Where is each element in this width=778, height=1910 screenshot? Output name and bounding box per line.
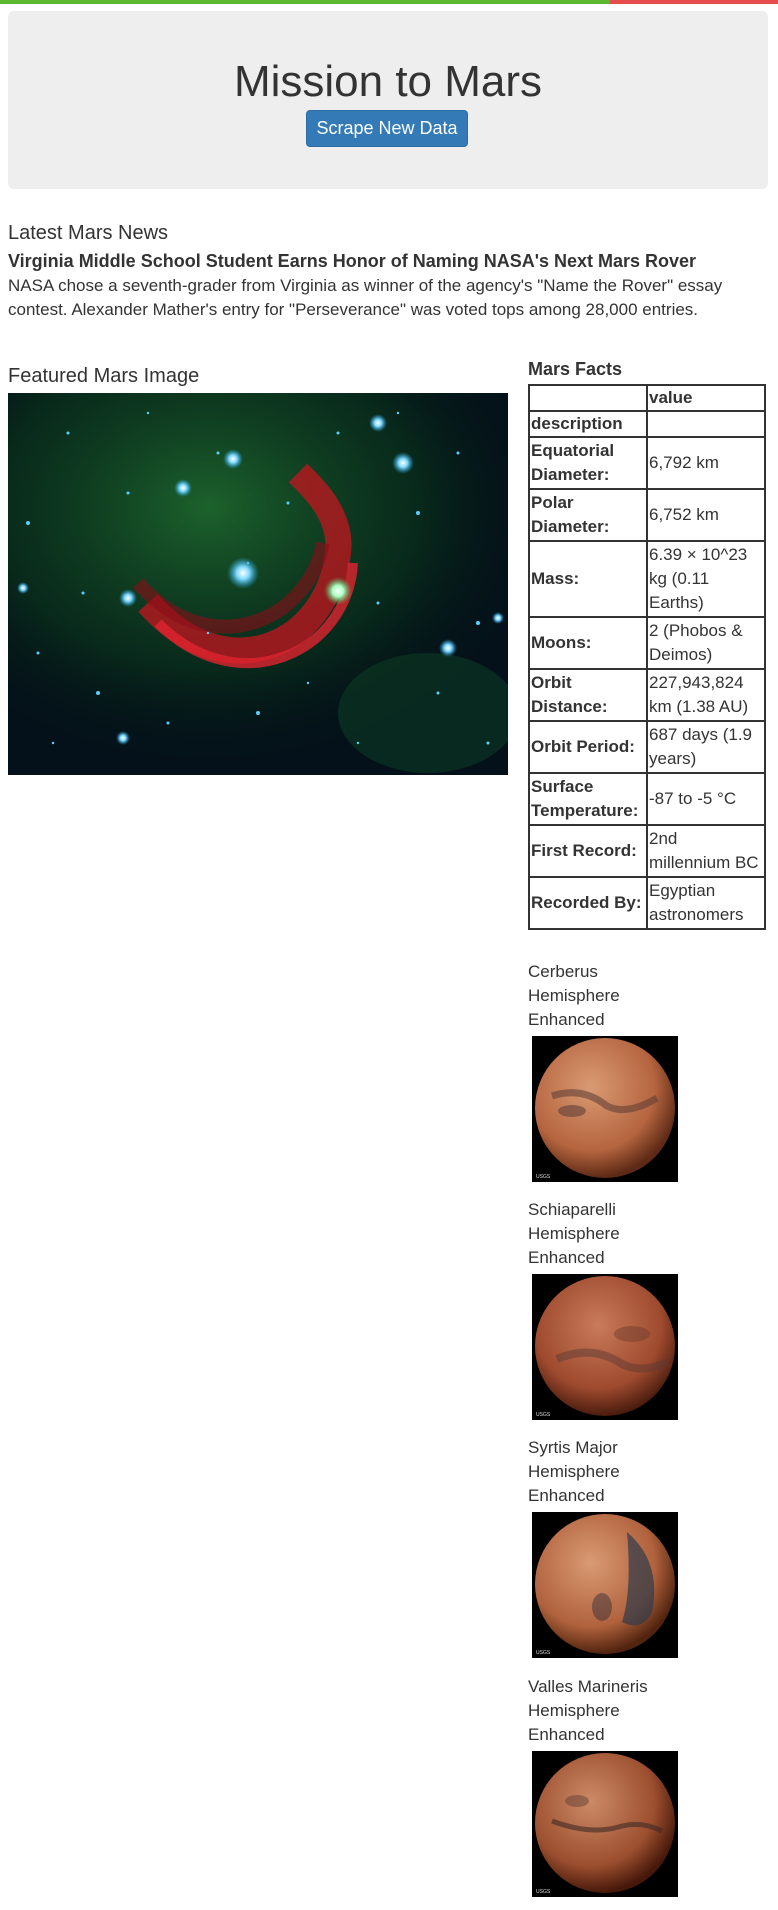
svg-text:USGS: USGS [536, 1174, 551, 1180]
latest-news-heading: Latest Mars News [8, 222, 169, 244]
facts-corner-cell [528, 384, 648, 412]
table-row: Surface Temperature: -87 to -5 °C [528, 772, 766, 826]
fact-label: Orbit Distance: [528, 668, 648, 722]
fact-value: Egyptian astronomers [646, 876, 766, 930]
fact-value: 2nd millennium BC [646, 824, 766, 878]
table-row: First Record: 2nd millennium BC [528, 824, 766, 878]
table-row: Moons: 2 (Phobos & Deimos) [528, 616, 766, 670]
fact-value: 6.39 × 10^23 kg (0.11 Earths) [646, 540, 766, 618]
hemisphere-title: Cerberus Hemisphere Enhanced [528, 962, 620, 1029]
facts-index-label: description [528, 410, 648, 438]
svg-text:USGS: USGS [536, 1650, 551, 1656]
facts-column-header: value [646, 384, 766, 412]
hemisphere-title: Schiaparelli Hemisphere Enhanced [528, 1200, 620, 1267]
hemisphere-image-syrtis-major: USGS [532, 1512, 678, 1658]
fact-label: Equatorial Diameter: [528, 436, 648, 490]
header-jumbotron: Mission to Mars Scrape New Data [8, 11, 768, 189]
fact-value: 6,752 km [646, 488, 766, 542]
news-title: Virginia Middle School Student Earns Hon… [8, 251, 697, 271]
scrape-new-data-button[interactable]: Scrape New Data [306, 110, 468, 147]
table-row: Orbit Distance: 227,943,824 km (1.38 AU) [528, 668, 766, 722]
hemisphere-image-schiaparelli: USGS [532, 1274, 678, 1420]
hemisphere-title: Valles Marineris Hemisphere Enhanced [528, 1677, 648, 1744]
fact-value: 2 (Phobos & Deimos) [646, 616, 766, 670]
table-row: Equatorial Diameter: 6,792 km [528, 436, 766, 490]
svg-text:USGS: USGS [536, 1412, 551, 1418]
news-paragraph: NASA chose a seventh-grader from Virgini… [8, 276, 723, 319]
facts-index-empty [646, 410, 766, 438]
featured-mars-image [8, 393, 508, 775]
fact-label: Polar Diameter: [528, 488, 648, 542]
table-row: Polar Diameter: 6,752 km [528, 488, 766, 542]
hemisphere-card-syrtis-major: Syrtis Major Hemisphere Enhanced USGS [528, 1436, 688, 1658]
table-row: Recorded By: Egyptian astronomers [528, 876, 766, 930]
hemisphere-image-valles-marineris: USGS [532, 1751, 678, 1897]
hemisphere-card-cerberus: Cerberus Hemisphere Enhanced USGS [528, 960, 688, 1182]
fact-value: -87 to -5 °C [646, 772, 766, 826]
mars-facts-heading: Mars Facts [528, 359, 623, 379]
hemisphere-image-cerberus: USGS [532, 1036, 678, 1182]
fact-value: 227,943,824 km (1.38 AU) [646, 668, 766, 722]
mars-facts-table: value description Equatorial Diameter: 6… [528, 384, 766, 930]
hemisphere-card-schiaparelli: Schiaparelli Hemisphere Enhanced USGS [528, 1198, 688, 1420]
table-row: Mass: 6.39 × 10^23 kg (0.11 Earths) [528, 540, 766, 618]
page-title: Mission to Mars [233, 57, 543, 106]
fact-label: Mass: [528, 540, 648, 618]
top-bar-left-segment [0, 0, 610, 4]
svg-text:USGS: USGS [536, 1889, 551, 1895]
featured-image-heading: Featured Mars Image [8, 365, 200, 387]
top-bar-right-segment [610, 0, 778, 4]
hemisphere-title: Syrtis Major Hemisphere Enhanced [528, 1438, 620, 1505]
fact-label: Recorded By: [528, 876, 648, 930]
fact-label: First Record: [528, 824, 648, 878]
fact-value: 6,792 km [646, 436, 766, 490]
fact-label: Surface Temperature: [528, 772, 648, 826]
table-row: Orbit Period: 687 days (1.9 years) [528, 720, 766, 774]
fact-value: 687 days (1.9 years) [646, 720, 766, 774]
fact-label: Orbit Period: [528, 720, 648, 774]
top-progress-bar [0, 0, 778, 4]
hemisphere-card-valles-marineris: Valles Marineris Hemisphere Enhanced USG… [528, 1675, 688, 1897]
featured-image-graphic [8, 393, 508, 775]
facts-index-row: description [528, 410, 766, 438]
fact-label: Moons: [528, 616, 648, 670]
facts-header-row: value [528, 384, 766, 412]
